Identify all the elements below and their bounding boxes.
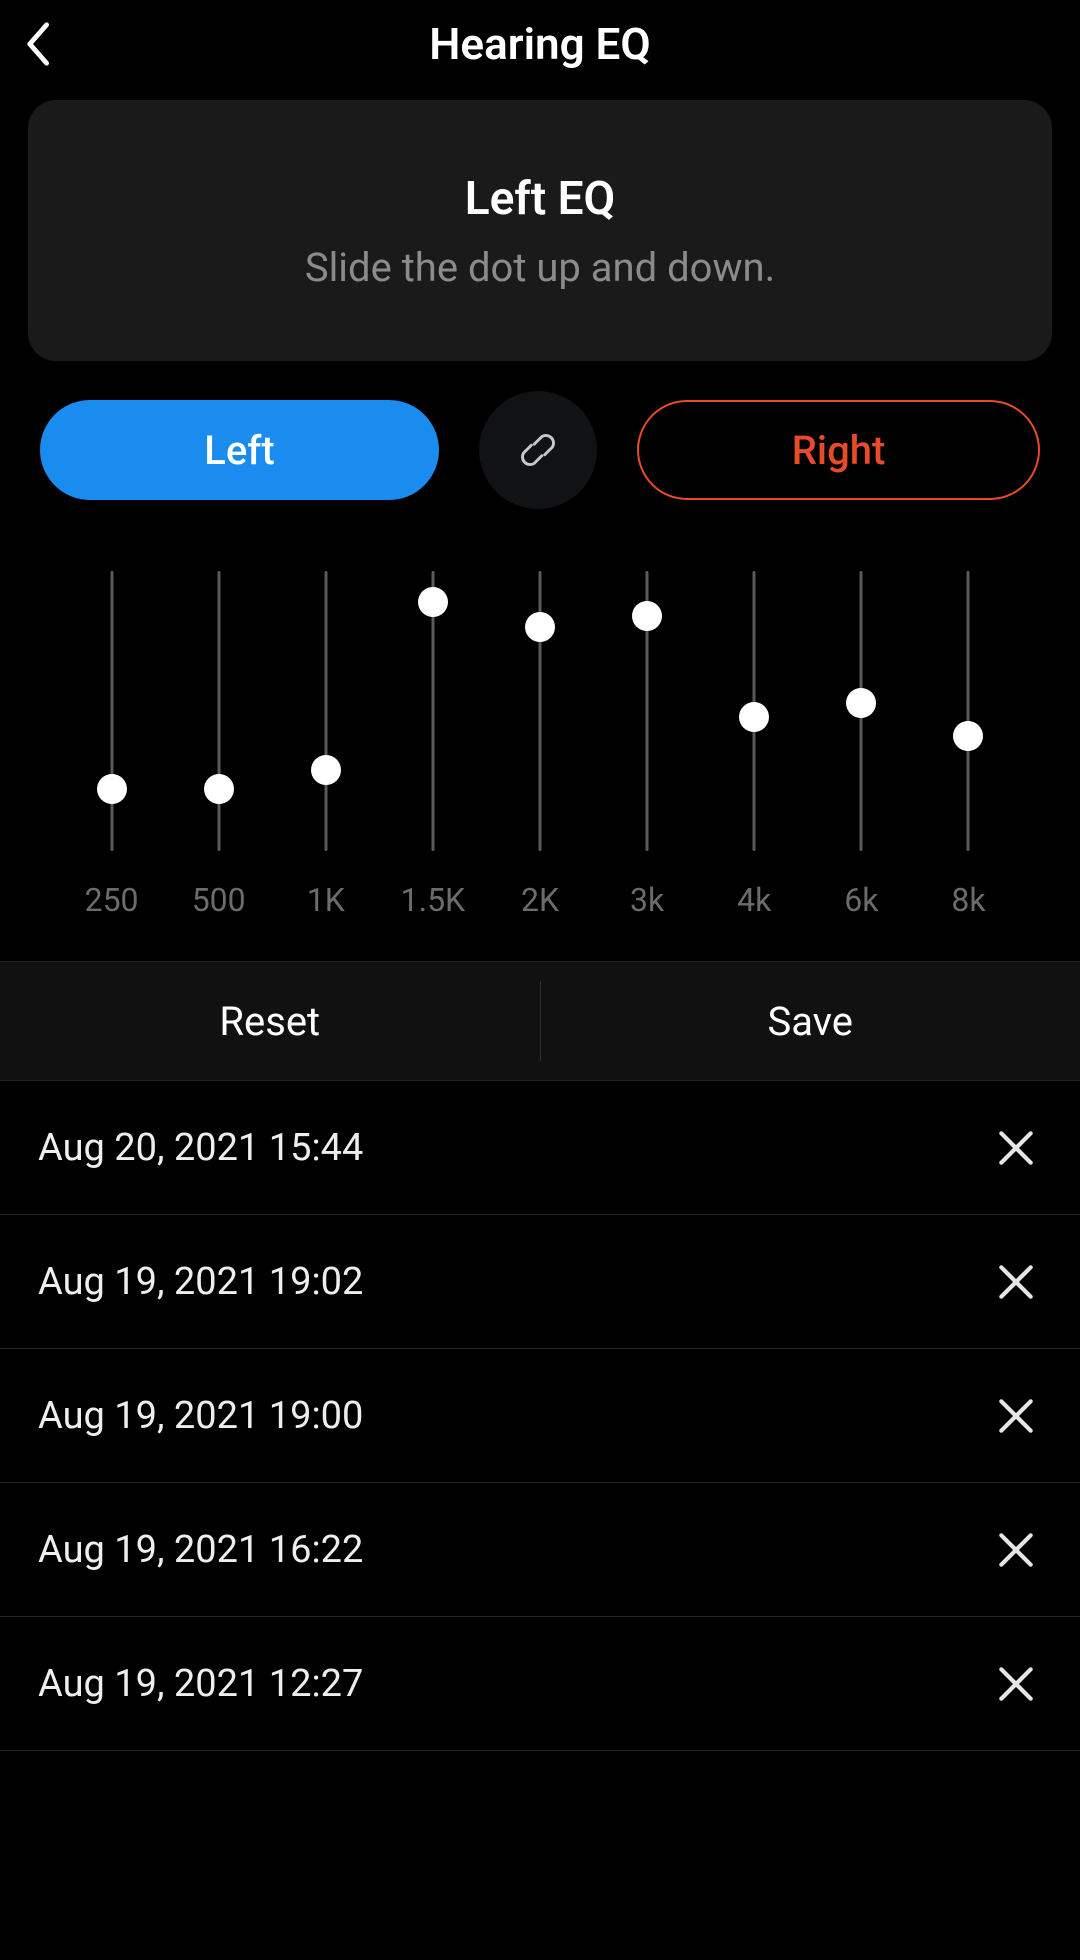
reset-button-label: Reset: [219, 998, 320, 1045]
eq-label: 1.5K: [379, 881, 486, 919]
eq-thumb-500[interactable]: [204, 774, 234, 804]
eq-label: 8k: [915, 881, 1022, 919]
eq-banner: Left EQ Slide the dot up and down.: [28, 100, 1052, 361]
list-item[interactable]: Aug 19, 2021 16:22: [0, 1483, 1080, 1617]
eq-thumb-4k[interactable]: [739, 702, 769, 732]
list-item[interactable]: Aug 19, 2021 19:00: [0, 1349, 1080, 1483]
page-title: Hearing EQ: [429, 18, 650, 70]
list-item[interactable]: Aug 19, 2021 12:27: [0, 1617, 1080, 1751]
eq-banner-title: Left EQ: [58, 172, 1022, 226]
channel-tabs: Left Right: [40, 391, 1040, 509]
link-channels-button[interactable]: [479, 391, 597, 509]
tab-left[interactable]: Left: [40, 400, 439, 500]
eq-thumb-1-5k[interactable]: [418, 587, 448, 617]
list-item-label: Aug 19, 2021 19:00: [38, 1394, 363, 1438]
eq-track: [324, 571, 327, 851]
eq-thumb-3k[interactable]: [632, 601, 662, 631]
eq-thumb-6k[interactable]: [846, 688, 876, 718]
eq-sliders: [40, 571, 1040, 851]
list-item-label: Aug 19, 2021 16:22: [38, 1528, 363, 1572]
eq-track: [110, 571, 113, 851]
app-header: Hearing EQ: [0, 0, 1080, 88]
eq-label: 1K: [272, 881, 379, 919]
close-icon: [995, 1395, 1037, 1437]
delete-button[interactable]: [990, 1122, 1042, 1174]
list-item[interactable]: Aug 20, 2021 15:44: [0, 1081, 1080, 1215]
eq-band-labels: 250 500 1K 1.5K 2K 3k 4k 6k 8k: [40, 881, 1040, 919]
list-item[interactable]: Aug 19, 2021 19:02: [0, 1215, 1080, 1349]
close-icon: [995, 1261, 1037, 1303]
tab-right[interactable]: Right: [637, 400, 1040, 500]
delete-button[interactable]: [990, 1524, 1042, 1576]
close-icon: [995, 1127, 1037, 1169]
list-item-label: Aug 19, 2021 12:27: [38, 1662, 363, 1706]
close-icon: [995, 1663, 1037, 1705]
eq-label: 6k: [808, 881, 915, 919]
eq-thumb-250[interactable]: [97, 774, 127, 804]
tab-right-label: Right: [792, 427, 886, 474]
eq-panel: 250 500 1K 1.5K 2K 3k 4k 6k 8k: [0, 571, 1080, 919]
delete-button[interactable]: [990, 1390, 1042, 1442]
eq-label: 2K: [486, 881, 593, 919]
close-icon: [995, 1529, 1037, 1571]
eq-label: 500: [165, 881, 272, 919]
delete-button[interactable]: [990, 1658, 1042, 1710]
action-row: Reset Save: [0, 961, 1080, 1081]
eq-thumb-8k[interactable]: [953, 721, 983, 751]
eq-banner-subtitle: Slide the dot up and down.: [58, 244, 1022, 291]
list-item-label: Aug 19, 2021 19:02: [38, 1260, 363, 1304]
reset-button[interactable]: Reset: [0, 962, 540, 1080]
delete-button[interactable]: [990, 1256, 1042, 1308]
back-button[interactable]: [20, 0, 100, 88]
eq-label: 250: [58, 881, 165, 919]
save-button[interactable]: Save: [541, 962, 1080, 1080]
eq-label: 4k: [701, 881, 808, 919]
eq-thumb-1k[interactable]: [311, 755, 341, 785]
tab-left-label: Left: [204, 427, 274, 474]
chevron-left-icon: [20, 20, 54, 68]
save-button-label: Save: [767, 998, 853, 1045]
eq-track: [217, 571, 220, 851]
list-item-label: Aug 20, 2021 15:44: [38, 1126, 363, 1170]
eq-thumb-2k[interactable]: [525, 612, 555, 642]
link-icon: [515, 427, 561, 473]
preset-history-list: Aug 20, 2021 15:44 Aug 19, 2021 19:02 Au…: [0, 1081, 1080, 1751]
eq-track: [967, 571, 970, 851]
eq-label: 3k: [594, 881, 701, 919]
